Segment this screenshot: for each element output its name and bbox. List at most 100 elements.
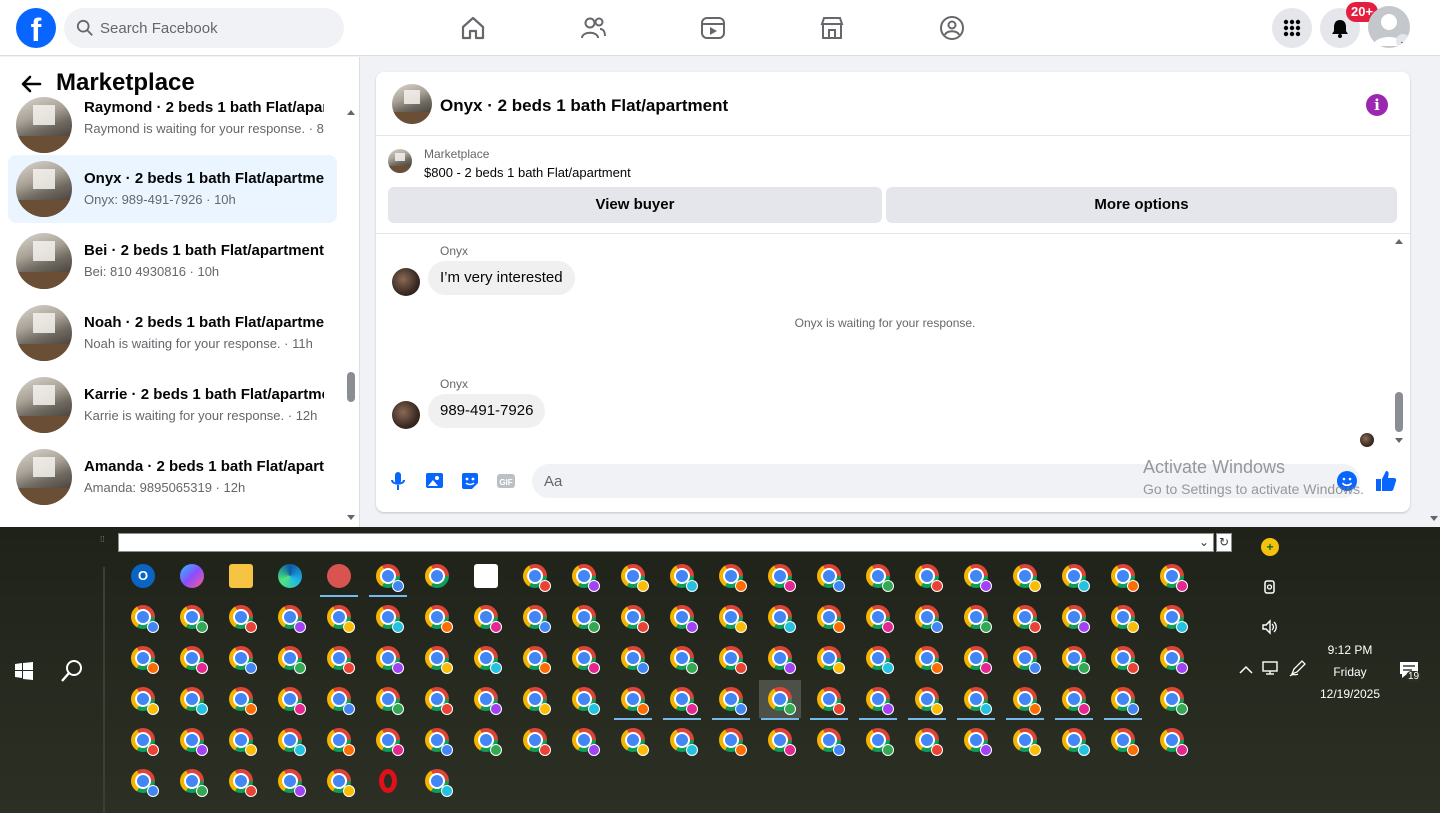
groups-icon[interactable]	[938, 14, 966, 42]
taskbar-chrome-profile-button[interactable]	[367, 721, 409, 759]
taskbar-chrome-profile-button[interactable]	[857, 680, 899, 720]
sender-avatar[interactable]	[392, 401, 420, 429]
video-icon[interactable]	[699, 14, 727, 42]
taskbar-chrome-profile-button[interactable]	[514, 598, 556, 636]
taskbar-chrome-profile-button[interactable]	[612, 721, 654, 759]
taskbar-chrome-profile-button[interactable]	[759, 721, 801, 759]
taskbar-chrome-profile-button[interactable]	[1102, 557, 1144, 595]
taskbar-chrome-profile-button[interactable]	[367, 639, 409, 677]
taskbar-app-button[interactable]	[269, 557, 311, 595]
listing-thumbnail[interactable]	[392, 84, 432, 124]
taskbar-chrome-profile-button[interactable]	[563, 598, 605, 636]
taskbar-chrome-profile-button[interactable]	[563, 680, 605, 718]
taskbar-chrome-profile-button[interactable]	[563, 639, 605, 677]
taskbar-app-button[interactable]: O	[122, 557, 164, 595]
taskbar-chrome-profile-button[interactable]	[808, 557, 850, 595]
taskbar-chrome-profile-button[interactable]	[759, 639, 801, 677]
taskbar-chrome-profile-button[interactable]	[171, 721, 213, 759]
taskbar-chrome-profile-button[interactable]	[612, 557, 654, 595]
taskbar-chrome-profile-button[interactable]	[465, 721, 507, 759]
taskbar-chrome-profile-button[interactable]	[171, 598, 213, 636]
friends-icon[interactable]	[579, 14, 607, 42]
chevron-down-icon[interactable]: ⌄	[1199, 535, 1209, 549]
info-icon[interactable]: i	[1366, 94, 1388, 116]
windows-start-icon[interactable]	[14, 661, 34, 681]
taskbar-search-icon[interactable]	[60, 659, 84, 683]
taskbar-chrome-profile-button[interactable]	[269, 721, 311, 759]
taskbar-chrome-profile-button[interactable]	[710, 598, 752, 636]
more-options-button[interactable]: More options	[886, 187, 1397, 223]
taskbar-chrome-profile-button[interactable]	[220, 639, 262, 677]
taskbar-chrome-profile-button[interactable]	[220, 680, 262, 718]
taskbar-chrome-profile-button[interactable]	[955, 721, 997, 759]
taskbar-chrome-profile-button[interactable]	[514, 680, 556, 718]
search-box[interactable]	[64, 8, 344, 48]
taskbar-app-button[interactable]	[367, 762, 409, 800]
conversation-list-scrollbar[interactable]	[344, 107, 358, 523]
taskbar-chrome-profile-button[interactable]	[171, 680, 213, 718]
taskbar-chrome-profile-button[interactable]	[1053, 598, 1095, 636]
taskbar-chrome-profile-button[interactable]	[906, 721, 948, 759]
taskbar-chrome-profile-button[interactable]	[955, 680, 997, 720]
taskbar-chrome-profile-button[interactable]	[318, 762, 360, 800]
taskbar-chrome-profile-button[interactable]	[318, 680, 360, 718]
taskbar-chrome-profile-button[interactable]	[171, 762, 213, 800]
taskbar-chrome-profile-button[interactable]	[269, 762, 311, 800]
taskbar-chrome-profile-button[interactable]	[759, 557, 801, 595]
taskbar-chrome-profile-button[interactable]	[661, 557, 703, 595]
taskbar-chrome-profile-button[interactable]	[710, 639, 752, 677]
volume-icon[interactable]	[1261, 618, 1279, 636]
taskbar-chrome-profile-button[interactable]	[710, 557, 752, 595]
taskbar-chrome-profile-button[interactable]	[416, 557, 458, 595]
taskbar-chrome-profile-button[interactable]	[808, 639, 850, 677]
taskbar-chrome-profile-button[interactable]	[122, 680, 164, 718]
taskbar-chrome-profile-button[interactable]	[318, 598, 360, 636]
taskbar-chrome-profile-button[interactable]	[416, 762, 458, 800]
taskbar-chrome-profile-button[interactable]	[612, 680, 654, 720]
taskbar-app-button[interactable]	[220, 557, 262, 595]
meet-now-icon[interactable]	[1261, 578, 1279, 596]
taskbar-chrome-profile-button[interactable]	[661, 598, 703, 636]
taskbar-app-button[interactable]	[465, 557, 507, 595]
listing-price[interactable]: $800 - 2 beds 1 bath Flat/apartment	[424, 165, 631, 180]
taskbar-chrome-profile-button[interactable]	[808, 680, 850, 720]
page-scrollbar[interactable]	[1428, 56, 1440, 526]
taskbar-chrome-profile-button[interactable]	[955, 598, 997, 636]
message-bubble[interactable]: I’m very interested	[428, 261, 575, 295]
taskbar-chrome-profile-button[interactable]	[416, 598, 458, 636]
microphone-icon[interactable]	[387, 470, 409, 492]
taskbar-chrome-profile-button[interactable]	[269, 639, 311, 677]
search-input[interactable]	[100, 8, 330, 48]
taskbar-chrome-profile-button[interactable]	[955, 557, 997, 595]
taskbar-chrome-profile-button[interactable]	[514, 721, 556, 759]
taskbar-chrome-profile-button[interactable]	[1004, 639, 1046, 677]
taskbar-chrome-profile-button[interactable]	[465, 639, 507, 677]
taskbar-chrome-profile-button[interactable]	[367, 598, 409, 636]
taskbar-chrome-profile-button[interactable]	[857, 598, 899, 636]
taskbar-chrome-profile-button[interactable]	[612, 598, 654, 636]
taskbar-app-button[interactable]	[318, 557, 360, 597]
taskbar-chrome-profile-button[interactable]	[318, 721, 360, 759]
sticker-icon[interactable]	[459, 470, 481, 492]
home-icon[interactable]	[459, 14, 487, 42]
taskbar-chrome-profile-button[interactable]	[514, 557, 556, 595]
marketplace-icon[interactable]	[818, 14, 846, 42]
message-bubble[interactable]: 989-491-7926	[428, 394, 546, 428]
taskbar-chrome-profile-button[interactable]	[220, 598, 262, 636]
taskbar-chrome-profile-button[interactable]	[416, 721, 458, 759]
taskbar-chrome-profile-button[interactable]	[1151, 680, 1193, 718]
taskbar-chrome-profile-button[interactable]	[710, 680, 752, 720]
taskbar-chrome-profile-button[interactable]	[1053, 557, 1095, 595]
taskbar-chrome-profile-button[interactable]	[759, 598, 801, 636]
gif-icon[interactable]: GIF	[495, 470, 517, 492]
taskbar-chrome-profile-button[interactable]	[122, 598, 164, 636]
address-toolbar-input[interactable]: ⌄	[118, 533, 1214, 552]
taskbar-chrome-profile-button[interactable]	[906, 639, 948, 677]
taskbar-chrome-profile-button[interactable]	[220, 721, 262, 759]
taskbar-chrome-profile-button[interactable]	[1004, 721, 1046, 759]
taskbar-chrome-profile-button[interactable]	[465, 598, 507, 636]
taskbar-chrome-profile-button[interactable]	[269, 598, 311, 636]
conversation-item[interactable]: Raymond · 2 beds 1 bath Flat/apartment R…	[8, 91, 337, 159]
taskbar-chrome-profile-button[interactable]	[661, 721, 703, 759]
taskbar-chrome-profile-button[interactable]	[1102, 598, 1144, 636]
